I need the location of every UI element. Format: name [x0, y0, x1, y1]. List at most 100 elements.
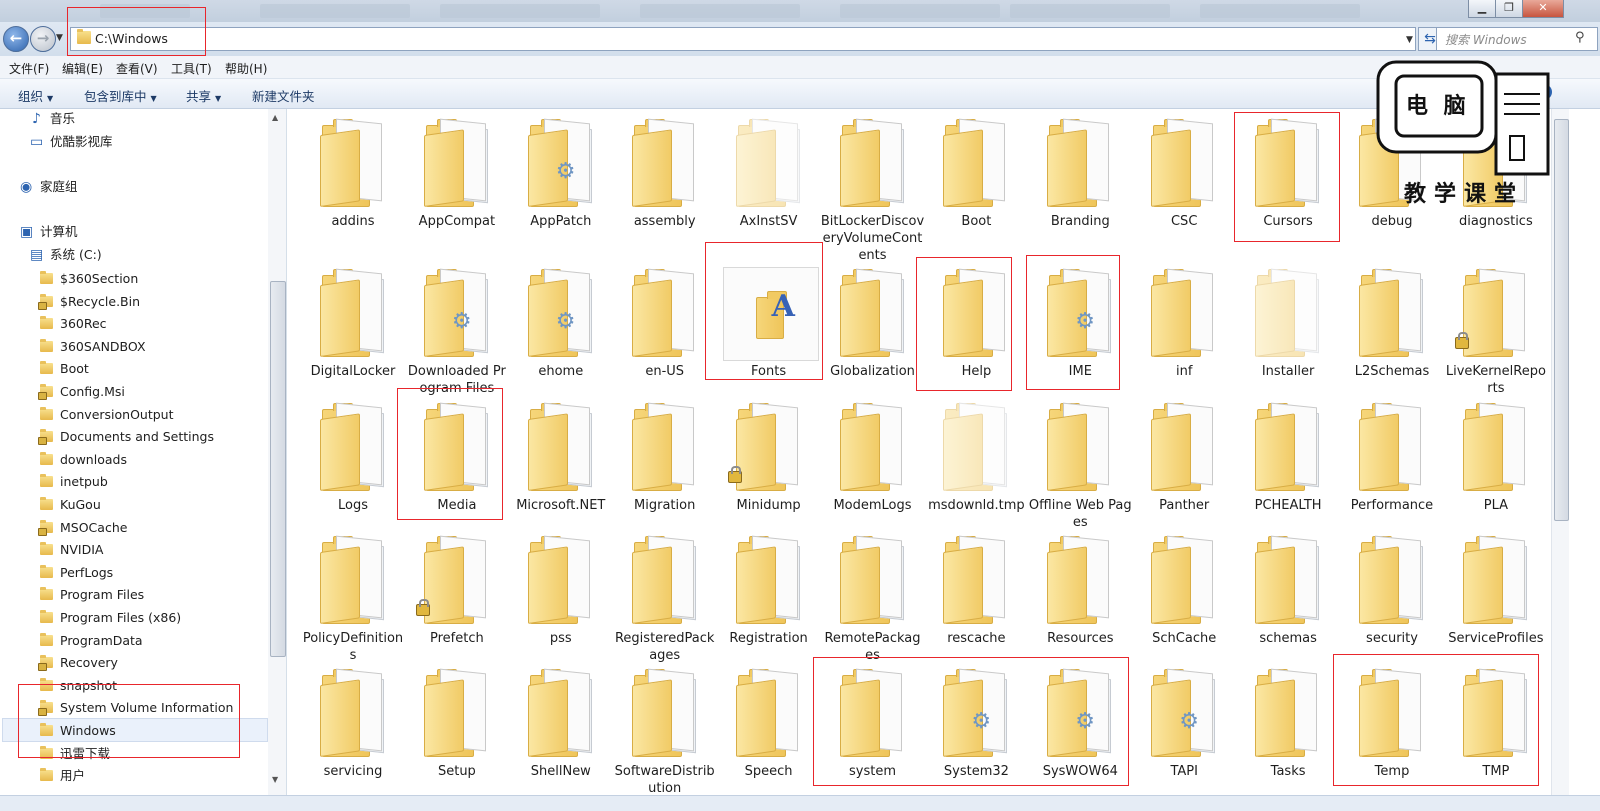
- menu-file[interactable]: 文件(F): [9, 60, 49, 77]
- menu-edit[interactable]: 编辑(E): [62, 60, 103, 77]
- nav-folder-item[interactable]: ConversionOutput: [38, 405, 258, 425]
- nav-folder-label: Program Files: [60, 587, 145, 603]
- folder-item[interactable]: en-US: [613, 267, 717, 380]
- nav-folder-item[interactable]: Boot: [38, 359, 258, 379]
- folder-item[interactable]: Performance: [1340, 401, 1444, 514]
- folder-item[interactable]: Branding: [1028, 117, 1132, 230]
- folder-icon: [630, 667, 700, 757]
- nav-folder-label: Documents and Settings: [60, 429, 215, 445]
- nav-folder-item[interactable]: 用户: [38, 766, 258, 786]
- nav-folder-item[interactable]: Program Files: [38, 585, 258, 605]
- folder-item[interactable]: Tasks: [1236, 667, 1340, 780]
- folder-item[interactable]: rescache: [924, 534, 1028, 647]
- folder-item[interactable]: Setup: [405, 667, 509, 780]
- nav-folder-label: NVIDIA: [60, 542, 104, 558]
- folder-item[interactable]: DigitalLocker: [301, 267, 405, 380]
- nav-folder-item[interactable]: Recovery: [38, 653, 258, 673]
- nav-folder-item[interactable]: $360Section: [38, 269, 258, 289]
- folder-item[interactable]: Minidump: [717, 401, 821, 514]
- folder-item[interactable]: pss: [509, 534, 613, 647]
- include-in-library-button[interactable]: 包含到库中 ▼: [84, 86, 157, 105]
- folder-item[interactable]: ShellNew: [509, 667, 613, 780]
- folder-item[interactable]: ⚙ AppPatch: [509, 117, 613, 230]
- scroll-up-icon[interactable]: ▲: [272, 113, 278, 122]
- minimize-button[interactable]: ▁: [1468, 0, 1496, 18]
- folder-item[interactable]: Panther: [1132, 401, 1236, 514]
- folder-icon: [318, 667, 388, 757]
- folder-item[interactable]: security: [1340, 534, 1444, 647]
- organize-button[interactable]: 组织 ▼: [18, 86, 53, 105]
- folder-item[interactable]: L2Schemas: [1340, 267, 1444, 380]
- folder-item[interactable]: BitLockerDiscoveryVolumeContents: [821, 117, 925, 264]
- folder-item[interactable]: LiveKernelReports: [1444, 267, 1548, 397]
- scroll-down-icon[interactable]: ▼: [272, 775, 278, 784]
- folder-item[interactable]: msdownld.tmp: [924, 401, 1028, 514]
- content-scrollbar[interactable]: [1551, 109, 1569, 795]
- folder-item[interactable]: AxInstSV: [717, 117, 821, 230]
- search-input[interactable]: 搜索 Windows ⚲: [1436, 27, 1598, 51]
- nav-folder-item[interactable]: Program Files (x86): [38, 608, 258, 628]
- share-button[interactable]: 共享 ▼: [186, 86, 221, 105]
- folder-item[interactable]: PLA: [1444, 401, 1548, 514]
- folder-item[interactable]: ModemLogs: [821, 401, 925, 514]
- close-button[interactable]: ✕: [1522, 0, 1564, 18]
- nav-folder-item[interactable]: downloads: [38, 450, 258, 470]
- nav-folder-item[interactable]: Documents and Settings: [38, 427, 258, 447]
- folder-item[interactable]: CSC: [1132, 117, 1236, 230]
- folder-item[interactable]: ⚙ TAPI: [1132, 667, 1236, 780]
- folder-item[interactable]: AppCompat: [405, 117, 509, 230]
- folder-item[interactable]: addins: [301, 117, 405, 230]
- folder-item[interactable]: Microsoft.NET: [509, 401, 613, 514]
- folder-item[interactable]: Migration: [613, 401, 717, 514]
- menu-view[interactable]: 查看(V): [116, 60, 158, 77]
- nav-scroll-thumb[interactable]: [270, 281, 286, 657]
- folder-icon: [1461, 401, 1531, 491]
- nav-folder-item[interactable]: Config.Msi: [38, 382, 258, 402]
- folder-item[interactable]: Speech: [717, 667, 821, 780]
- search-icon[interactable]: ⚲: [1575, 30, 1585, 45]
- folder-item[interactable]: ServiceProfiles: [1444, 534, 1548, 647]
- nav-folder-item[interactable]: PerfLogs: [38, 563, 258, 583]
- folder-item[interactable]: ⚙ ehome: [509, 267, 613, 380]
- menu-tools[interactable]: 工具(T): [171, 60, 212, 77]
- folder-item[interactable]: SchCache: [1132, 534, 1236, 647]
- back-button[interactable]: ←: [3, 26, 29, 52]
- new-folder-button[interactable]: 新建文件夹: [252, 86, 315, 105]
- nav-folder-item[interactable]: ProgramData: [38, 631, 258, 651]
- folder-item[interactable]: servicing: [301, 667, 405, 780]
- drive-icon: ▤: [30, 247, 44, 263]
- folder-item[interactable]: Resources: [1028, 534, 1132, 647]
- folder-icon: [630, 534, 700, 624]
- folder-item[interactable]: SoftwareDistribution: [613, 667, 717, 795]
- nav-folder-item[interactable]: $Recycle.Bin: [38, 292, 258, 312]
- nav-folder-item[interactable]: 360SANDBOX: [38, 337, 258, 357]
- nav-folder-item[interactable]: KuGou: [38, 495, 258, 515]
- address-field[interactable]: C:\Windows ▼: [67, 7, 1416, 56]
- folder-item[interactable]: Installer: [1236, 267, 1340, 380]
- nav-folder-item[interactable]: MSOCache: [38, 518, 258, 538]
- nav-folder-item[interactable]: 360Rec: [38, 314, 258, 334]
- folder-item[interactable]: RemotePackages: [821, 534, 925, 664]
- address-dropdown-icon[interactable]: ▼: [1406, 35, 1413, 45]
- folder-item[interactable]: Logs: [301, 401, 405, 514]
- folder-item[interactable]: RegisteredPackages: [613, 534, 717, 664]
- folder-item[interactable]: inf: [1132, 267, 1236, 380]
- maximize-button[interactable]: ❐: [1495, 0, 1523, 18]
- folder-item[interactable]: PCHEALTH: [1236, 401, 1340, 514]
- folder-item[interactable]: assembly: [613, 117, 717, 230]
- folder-item[interactable]: Globalization: [821, 267, 925, 380]
- folder-item[interactable]: Offline Web Pages: [1028, 401, 1132, 531]
- folder-icon: [422, 117, 492, 207]
- folder-item[interactable]: schemas: [1236, 534, 1340, 647]
- nav-folder-item[interactable]: NVIDIA: [38, 540, 258, 560]
- forward-button[interactable]: →: [30, 26, 56, 52]
- nav-folder-item[interactable]: inetpub: [38, 472, 258, 492]
- menu-help[interactable]: 帮助(H): [225, 60, 267, 77]
- folder-item[interactable]: Registration: [717, 534, 821, 647]
- folder-item[interactable]: ⚙ Downloaded Program Files: [405, 267, 509, 397]
- folder-item[interactable]: Boot: [924, 117, 1028, 230]
- nav-scrollbar[interactable]: ▲ ▼: [268, 109, 286, 795]
- folder-item[interactable]: PolicyDefinitions: [301, 534, 405, 664]
- folder-item[interactable]: Prefetch: [405, 534, 509, 647]
- recent-pages-dropdown[interactable]: ▼: [56, 33, 63, 43]
